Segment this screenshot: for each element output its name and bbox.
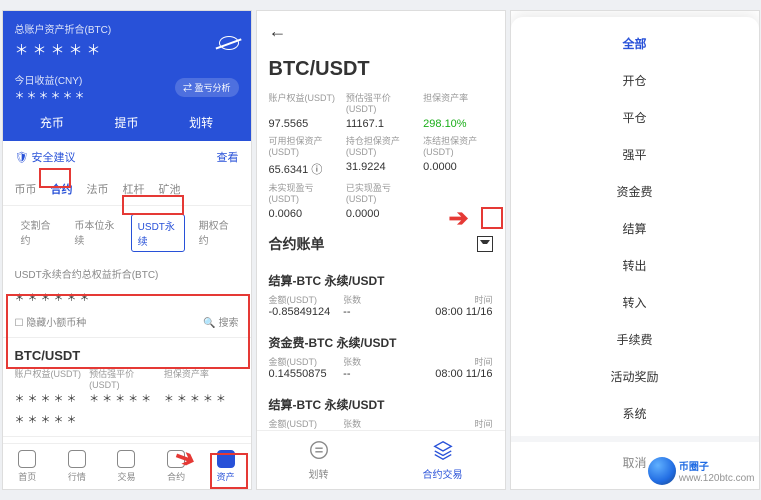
nav-contract[interactable]: 合约 [151,450,201,483]
bottom-transfer[interactable]: 划转 [257,439,381,481]
filter-action-sheet: 全部 开仓 平仓 强平 资金费 结算 转出 转入 手续费 活动奖励 系统 取消 [511,17,759,489]
filter-option-fee[interactable]: 手续费 [511,321,759,358]
tab-fiat[interactable]: 法币 [87,181,109,197]
tab-contract[interactable]: 合约 [51,181,73,197]
withdraw-button[interactable]: 提币 [89,114,164,131]
filter-option-settlement[interactable]: 结算 [511,210,759,247]
filter-option-funding[interactable]: 资金费 [511,173,759,210]
filter-sheet-screen: ← BTC/USDT 账户权益(USDT)预估强平价(USDT)担保资产 全部 … [510,10,760,490]
security-advice-view[interactable]: 查看 [217,149,239,165]
filter-option-liquidation[interactable]: 强平 [511,136,759,173]
watermark-logo-icon [648,457,676,485]
filter-option-all[interactable]: 全部 [511,25,759,62]
subtab-option[interactable]: 期权合约 [193,214,239,252]
total-asset-value: ＊＊＊＊＊ [15,40,112,60]
back-icon[interactable]: ← [269,21,287,42]
contract-detail-screen: ← BTC/USDT 账户权益(USDT)预估强平价(USDT)担保资产率 97… [256,10,506,490]
subtab-coin-perp[interactable]: 币本位永续 [68,214,122,252]
transfer-button[interactable]: 划转 [164,114,239,131]
security-advice-label: 🛡 安全建议 [15,149,76,165]
deposit-button[interactable]: 充币 [15,114,90,131]
subtab-delivery[interactable]: 交割合约 [15,214,61,252]
pair-card-btc[interactable]: BTC/USDT 账户权益(USDT) 预估强平价(USDT) 担保资产率 ＊＊… [3,337,251,436]
today-profit-value: ＊＊＊＊＊＊ [15,87,87,102]
filter-option-reward[interactable]: 活动奖励 [511,358,759,395]
filter-option-open[interactable]: 开仓 [511,62,759,99]
nav-asset[interactable]: 资产 [201,450,251,483]
layers-icon [432,439,454,461]
filter-option-out[interactable]: 转出 [511,247,759,284]
assets-screen: 总账户资产折合(BTC) ＊＊＊＊＊ 今日收益(CNY) ＊＊＊＊＊＊ ⇄ 盈亏… [2,10,252,490]
equity-line-value: ＊＊＊＊＊＊ [3,287,251,306]
pair-title: BTC/USDT [257,52,505,87]
equity-line-label: USDT永续合约总权益折合(BTC) [3,260,251,287]
nav-home[interactable]: 首页 [3,450,53,483]
filter-icon[interactable] [477,236,493,252]
filter-option-system[interactable]: 系统 [511,395,759,432]
bill-item[interactable]: 资金费-BTC 永续/USDT 金额(USDT)张数时间 0.14550875-… [257,326,505,388]
search-icon[interactable]: 🔍 搜索 [203,314,238,329]
nav-trade[interactable]: 交易 [102,450,152,483]
total-asset-label: 总账户资产折合(BTC) [15,21,112,36]
tab-lever[interactable]: 杠杆 [123,181,145,197]
bottom-contract-trade[interactable]: 合约交易 [381,439,505,481]
subtab-usdt-perp[interactable]: USDT永续 [131,214,185,252]
today-profit-label: 今日收益(CNY) [15,72,87,87]
watermark: 币圈子www.120btc.com [648,457,755,485]
pnl-analysis-button[interactable]: ⇄ 盈亏分析 [175,78,239,97]
visibility-toggle-icon[interactable] [219,36,239,50]
tab-mining[interactable]: 矿池 [159,181,181,197]
transfer-icon [308,439,330,461]
section-title: 合约账单 [269,234,325,254]
bill-item[interactable]: 结算-BTC 永续/USDT 金额(USDT)张数时间 -0.85849124-… [257,264,505,326]
filter-option-in[interactable]: 转入 [511,284,759,321]
hide-small-checkbox[interactable]: ☐ 隐藏小额币种 [15,314,87,329]
filter-option-close[interactable]: 平仓 [511,99,759,136]
tab-coin[interactable]: 币币 [15,181,37,197]
nav-market[interactable]: 行情 [52,450,102,483]
